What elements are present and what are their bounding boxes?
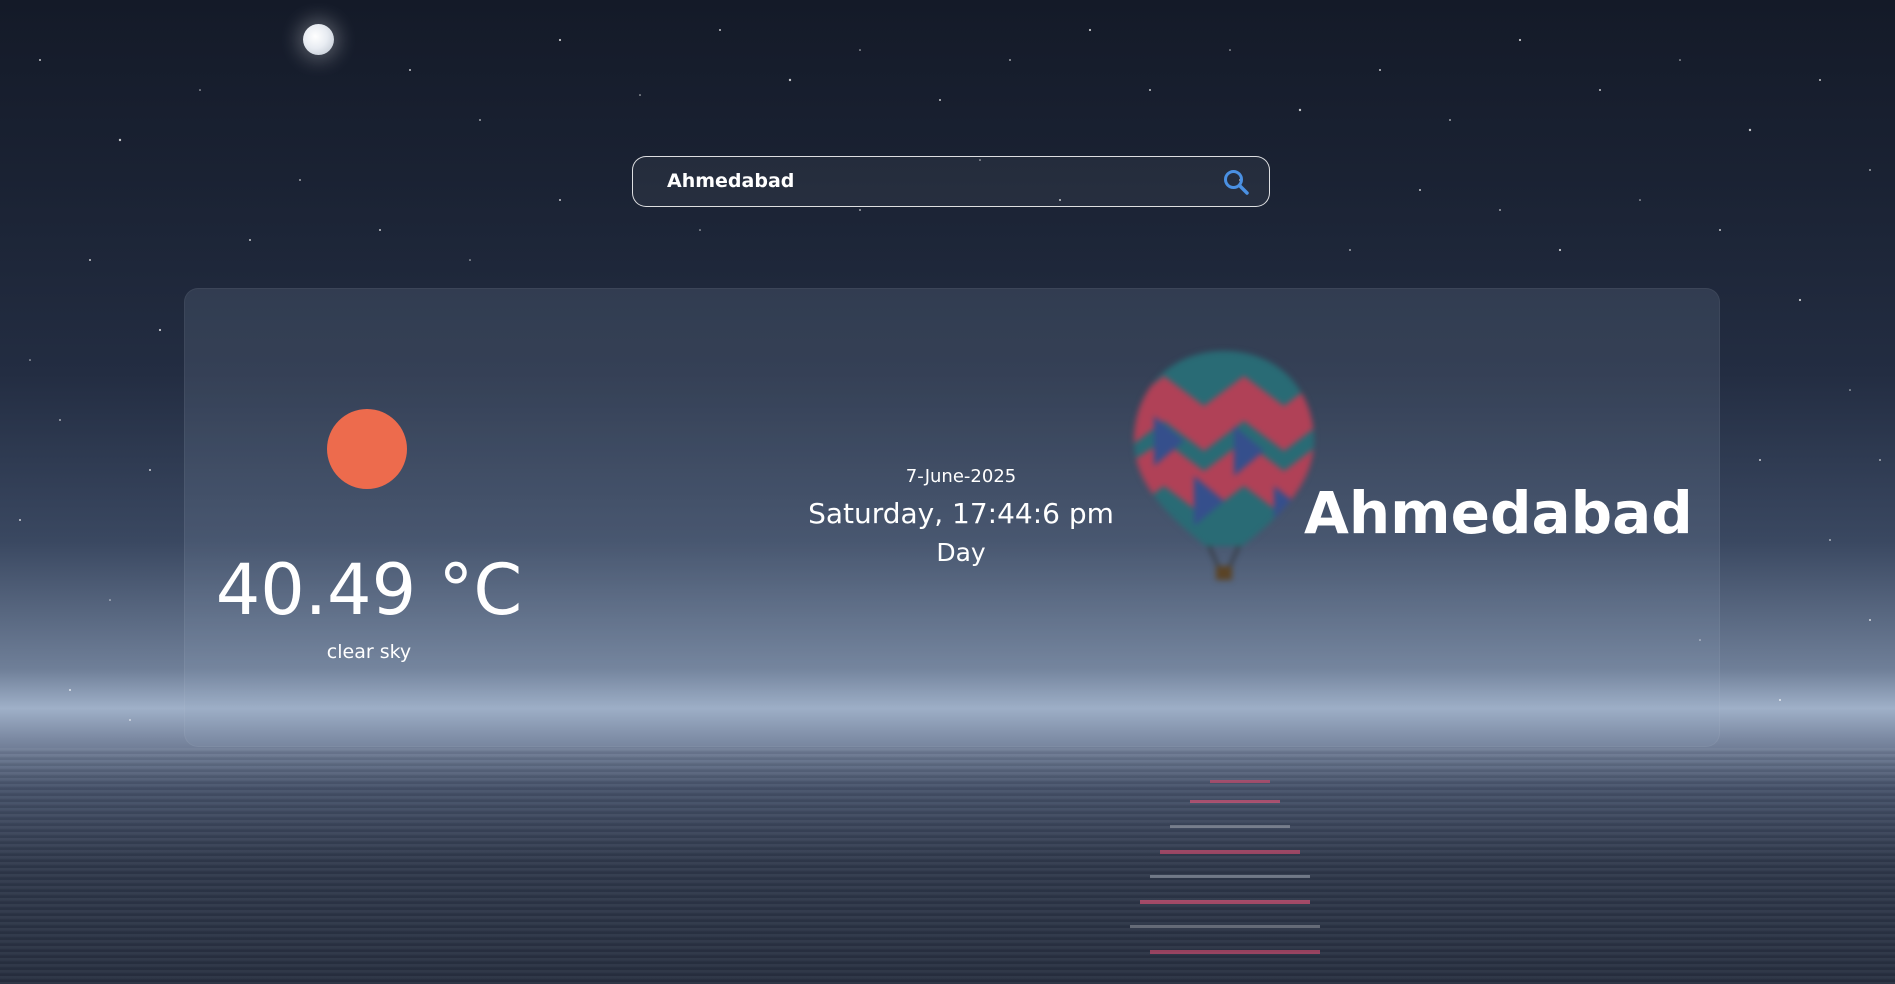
weather-condition: clear sky <box>326 641 412 663</box>
search-input[interactable] <box>667 157 1187 205</box>
sun-icon <box>327 409 407 489</box>
day-period: Day <box>936 538 986 567</box>
water-background <box>0 748 1895 984</box>
hot-air-balloon-image <box>1134 351 1314 580</box>
temperature-value: 40.49 °C <box>215 549 523 631</box>
moon-icon <box>303 24 334 55</box>
search-icon <box>1224 170 1249 195</box>
time-text: Saturday, 17:44:6 pm <box>808 497 1114 530</box>
weather-card: 40.49 °C clear sky 7-June-2025 Saturday,… <box>184 288 1720 747</box>
weather-app: 40.49 °C clear sky 7-June-2025 Saturday,… <box>0 0 1895 984</box>
search-bar <box>632 156 1270 207</box>
date-text: 7-June-2025 <box>905 466 1017 487</box>
city-name: Ahmedabad <box>1304 479 1693 547</box>
search-button[interactable] <box>1221 167 1251 197</box>
balloon-reflection <box>1130 780 1320 954</box>
